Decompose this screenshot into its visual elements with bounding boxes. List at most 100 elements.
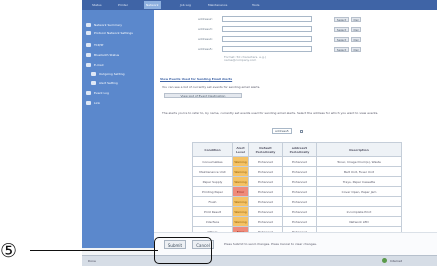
cell-default[interactable]: Enhanced: [248, 176, 283, 187]
address4-del-button[interactable]: Del: [351, 37, 361, 42]
link-icon: [86, 101, 91, 105]
table-row: Maintenance Unit Warning Enhanced Enhanc…: [192, 166, 402, 177]
sidebar-item-event-log[interactable]: Event Log: [86, 91, 152, 95]
select-address-text: The alerts you're to refer to, by name, …: [162, 111, 379, 115]
settings-icon: [86, 31, 91, 35]
cell-address[interactable]: Enhanced: [282, 156, 317, 167]
address3-input[interactable]: [222, 26, 312, 32]
view-events-text: You can see a list of currently set even…: [162, 85, 261, 89]
sidebar-item-link[interactable]: Link: [86, 101, 152, 105]
sidebar-item-tcpip[interactable]: TCP/IP: [86, 43, 152, 47]
cell-address[interactable]: Enhanced: [282, 196, 317, 207]
tab-status[interactable]: Status: [90, 1, 104, 9]
status-bar: Done Internet: [82, 255, 437, 266]
cell-description: [316, 196, 402, 207]
cell-condition: Paper Supply: [192, 176, 233, 187]
checkbox-icon: [300, 129, 303, 133]
col-address: address5 Periodically: [282, 142, 317, 157]
view-list-button[interactable]: View List of Event Destination: [164, 93, 242, 98]
cell-alert-level: Warning: [232, 196, 249, 207]
address5-del-button[interactable]: Del: [351, 47, 361, 52]
browser-window: Status Printer Network Job Log Maintenan…: [82, 0, 437, 266]
bluetooth-icon: [86, 53, 91, 57]
tab-network[interactable]: Network: [144, 1, 161, 9]
cell-condition: Maintenance Unit: [192, 166, 233, 177]
tab-tools[interactable]: Tools: [250, 1, 261, 9]
cell-default[interactable]: Enhanced: [248, 186, 283, 197]
tab-job-log[interactable]: Job Log: [178, 1, 193, 9]
network-icon: [86, 23, 91, 27]
log-icon: [86, 91, 91, 95]
cell-condition: Flush: [192, 196, 233, 207]
cell-condition: Consumables: [192, 156, 233, 167]
address2-select-button[interactable]: Select: [334, 17, 349, 22]
table-row: Print Result Warning Enhanced Enhanced I…: [192, 206, 402, 217]
cell-description: Incomplete Print: [316, 206, 402, 217]
sidebar-item-email[interactable]: E-mail: [86, 63, 152, 67]
page: Status Printer Network Job Log Maintenan…: [0, 0, 437, 266]
address2-input[interactable]: [222, 16, 312, 22]
email-icon: [86, 63, 91, 67]
table-row: Printing Paper Error Enhanced Enhanced C…: [192, 186, 402, 197]
table-row: Flush Warning Enhanced Enhanced: [192, 196, 402, 207]
callout-number: ⑤: [0, 240, 18, 262]
cell-default[interactable]: Enhanced: [248, 196, 283, 207]
cell-alert-level: Warning: [232, 216, 249, 227]
cell-default[interactable]: Enhanced: [248, 156, 283, 167]
zone-text: Internet: [390, 259, 402, 263]
address5-select-button[interactable]: Select: [334, 47, 349, 52]
sidebar-item-alert[interactable]: Alert Setting: [91, 81, 157, 85]
address3-del-button[interactable]: Del: [351, 27, 361, 32]
table-row: Paper Supply Warning Enhanced Enhanced T…: [192, 176, 402, 187]
address-select[interactable]: address5: [272, 128, 292, 134]
cell-default[interactable]: Enhanced: [248, 206, 283, 217]
section-title: View Events Used for Sending Email Alert…: [160, 77, 233, 81]
cell-default[interactable]: Enhanced: [248, 216, 283, 227]
address2-del-button[interactable]: Del: [351, 17, 361, 22]
sidebar-item-protocol[interactable]: Protocol Network Settings: [86, 31, 152, 35]
cell-alert-level: Warning: [232, 156, 249, 167]
col-alert-level: Alert Level: [232, 142, 249, 157]
address2-label: address2:: [198, 17, 213, 21]
address4-input[interactable]: [222, 36, 312, 42]
cell-condition: Printing Paper: [192, 186, 233, 197]
cell-address[interactable]: Enhanced: [282, 186, 317, 197]
tab-maintenance[interactable]: Maintenance: [206, 1, 229, 9]
address3-select-button[interactable]: Select: [334, 27, 349, 32]
footer-note: Press Submit to send changes. Press Canc…: [224, 242, 317, 246]
cell-condition: Print Result: [192, 206, 233, 217]
address4-label: address4:: [198, 37, 213, 41]
cell-default[interactable]: Enhanced: [248, 166, 283, 177]
status-text: Done: [88, 259, 96, 263]
cell-address[interactable]: Enhanced: [282, 206, 317, 217]
address4-select-button[interactable]: Select: [334, 37, 349, 42]
callout-highlight-ring: [154, 237, 212, 264]
cell-alert-level: Warning: [232, 166, 249, 177]
col-condition: Condition: [192, 142, 233, 157]
tab-printer[interactable]: Printer: [116, 1, 130, 9]
cell-alert-level: Warning: [232, 176, 249, 187]
view-checkbox[interactable]: [300, 129, 303, 133]
sidebar: Network Summary Protocol Network Setting…: [82, 10, 154, 248]
table-header-row: Condition Alert Level Default Periodical…: [192, 142, 402, 157]
cell-description: Belt Unit, Fuser Unit: [316, 166, 402, 177]
top-nav-bar: Status Printer Network Job Log Maintenan…: [82, 0, 437, 10]
outgoing-icon: [91, 72, 96, 76]
sidebar-item-network-summary[interactable]: Network Summary: [86, 23, 152, 27]
sidebar-item-bluetooth[interactable]: Bluetooth Status: [86, 53, 152, 57]
cell-address[interactable]: Enhanced: [282, 166, 317, 177]
sidebar-item-outgoing[interactable]: Outgoing Setting: [91, 72, 157, 76]
address5-input[interactable]: [222, 46, 312, 52]
cell-address[interactable]: Enhanced: [282, 216, 317, 227]
address5-label: address5:: [198, 47, 213, 51]
col-default: Default Periodically: [248, 142, 283, 157]
tcpip-icon: [86, 43, 91, 47]
cell-description: Cover Open, Paper Jam: [316, 186, 402, 197]
events-table: Condition Alert Level Default Periodical…: [192, 142, 402, 237]
callout-leader-line: [30, 250, 158, 251]
cell-address[interactable]: Enhanced: [282, 176, 317, 187]
main-content: address2: Select Del address3: Select De…: [154, 10, 437, 237]
cell-alert-level: Error: [232, 186, 249, 197]
address3-label: address3:: [198, 27, 213, 31]
address-format-hint: Format: 50 characters. e.g.) name@compan…: [224, 55, 266, 62]
